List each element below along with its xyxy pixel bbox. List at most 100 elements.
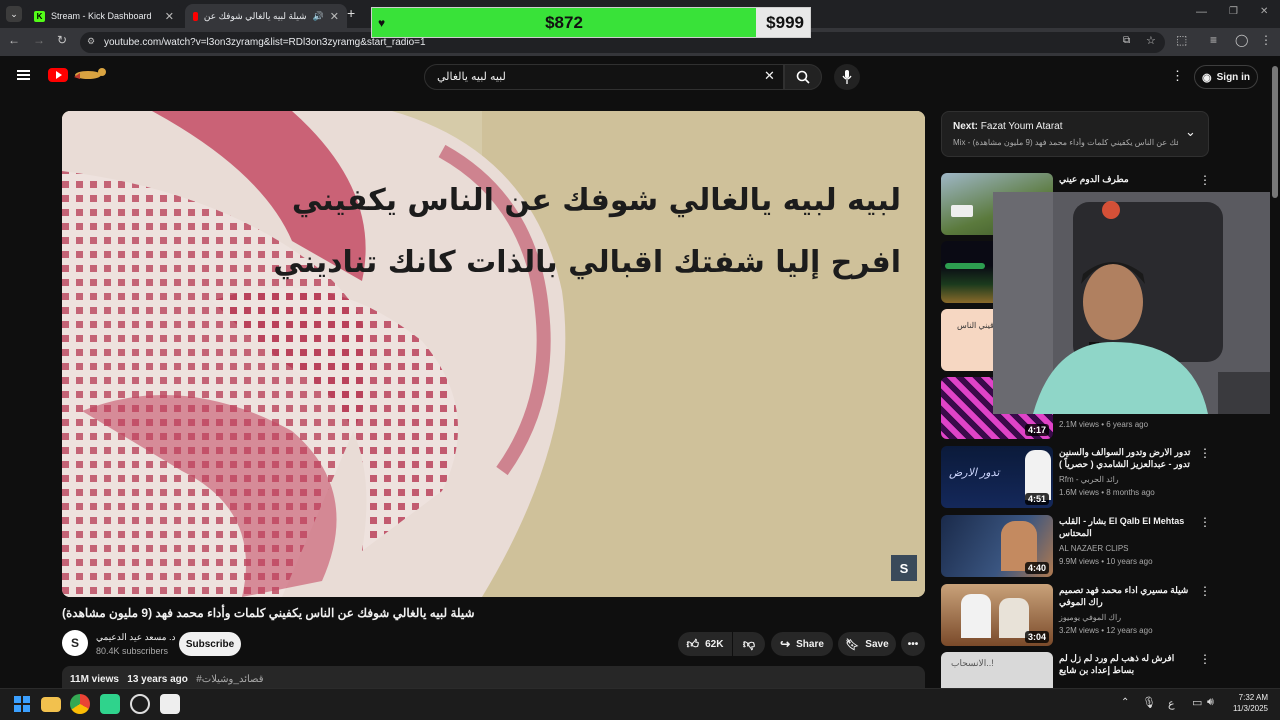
- video-thumbnail[interactable]: 4:40: [941, 515, 1053, 577]
- close-window-icon[interactable]: ✕: [1260, 6, 1268, 17]
- tab-kick-dashboard[interactable]: K Stream - Kick Dashboard ✕: [26, 4, 182, 28]
- upload-age: 13 years ago: [127, 674, 188, 685]
- input-language-indicator[interactable]: ع: [1168, 697, 1175, 710]
- hashtag[interactable]: #قصائد_وشيلات: [196, 674, 263, 685]
- recommendation-item[interactable]: 3:04 شيلة مسيري اداء محمد فهد تصميم راك …: [941, 584, 1211, 646]
- tray-overflow-icon[interactable]: ⌃: [1121, 697, 1129, 708]
- recommendation-item[interactable]: تدور الارض 4:51 تدور الارض وتدور السوالف…: [941, 446, 1211, 508]
- dislike-button[interactable]: 👎︎: [733, 632, 765, 656]
- forward-icon[interactable]: →: [33, 33, 45, 47]
- search-input[interactable]: لبيه لبيه يالغالي: [424, 64, 784, 90]
- like-button[interactable]: 👍︎ 62K: [678, 632, 732, 656]
- more-vertical-icon[interactable]: ⋮: [1199, 515, 1211, 529]
- share-button[interactable]: ↪ Share: [771, 632, 833, 656]
- lyric-line-2: افرح إليا شفتك اقبالي بالذات كانك تنادين…: [273, 245, 901, 280]
- thumbnail-text: الانسحاب..!: [951, 658, 994, 668]
- up-next-panel[interactable]: Next: Fazat Youm Atarat Mix - لبيه يالغا…: [941, 111, 1209, 157]
- new-tab-button[interactable]: +: [347, 5, 355, 21]
- recommendation-channel[interactable]: Rfm - رائد الحربي: [1059, 475, 1119, 484]
- recommendation-meta: 3.2M views • 12 years ago: [1059, 626, 1153, 635]
- channel-avatar[interactable]: S: [62, 630, 88, 656]
- system-clock[interactable]: 7:32 AM 11/3/2025: [1228, 692, 1268, 714]
- chrome-icon[interactable]: [70, 694, 90, 714]
- file-explorer-icon[interactable]: [41, 697, 61, 712]
- speaker-icon: 🔊: [312, 10, 324, 21]
- recommendation-meta: 9.9M views • 10 years ago: [1059, 557, 1153, 566]
- app-icon[interactable]: [160, 694, 180, 714]
- youtube-logo[interactable]: [48, 68, 68, 82]
- video-duration: 4:40: [1024, 562, 1049, 574]
- like-count: 62K: [705, 638, 724, 650]
- browser-menu-icon[interactable]: ⋮: [1260, 33, 1272, 47]
- site-info-icon[interactable]: ⚙: [87, 36, 95, 47]
- recommendation-title[interactable]: تدور الارض وتدور السوالف والسنين تدور - …: [1059, 446, 1191, 470]
- search-button[interactable]: [784, 64, 822, 90]
- recommendation-channel[interactable]: راك الموفي يوميوز: [1059, 613, 1121, 622]
- video-thumbnail[interactable]: 3:04: [941, 584, 1053, 646]
- reload-icon[interactable]: ↻: [57, 33, 67, 47]
- view-count: 11M views: [70, 674, 119, 685]
- channel-watermark[interactable]: S: [891, 555, 917, 581]
- doodle-logo[interactable]: [70, 67, 110, 81]
- account-icon: ◉: [1202, 71, 1212, 84]
- video-duration: 4:51: [1024, 493, 1049, 505]
- youtube-icon: [193, 11, 198, 21]
- settings-menu-icon[interactable]: ⋮: [1171, 68, 1184, 84]
- hamburger-menu-icon[interactable]: [17, 70, 30, 80]
- volume-icon[interactable]: 🔊︎: [1207, 696, 1214, 709]
- recommendation-title[interactable]: شيلة مسيري اداء محمد فهد تصميم راك الموف…: [1059, 584, 1191, 608]
- close-tab-icon[interactable]: ✕: [330, 10, 339, 23]
- scrollbar-thumb[interactable]: [1272, 66, 1278, 198]
- save-button[interactable]: 🔖︎ Save: [838, 632, 896, 656]
- next-subtitle: Mix - لبيه يالغالي شوفك عن الناس يكفيني …: [953, 138, 1178, 147]
- url-text: youtube.com/watch?v=l3on3zyramg&list=RDl…: [104, 37, 426, 48]
- recommendation-title[interactable]: مطرف الدوم عيني: [1059, 173, 1191, 185]
- video-duration: 3:04: [1024, 631, 1049, 643]
- video-thumbnail[interactable]: الانسحاب..!: [941, 652, 1053, 688]
- video-duration: 4:17: [1024, 424, 1049, 436]
- start-menu-icon[interactable]: [12, 694, 32, 714]
- more-vertical-icon[interactable]: ⋮: [1199, 173, 1211, 187]
- more-horizontal-icon: •••: [907, 638, 919, 650]
- video-title: شيلة لبيه يالغالي شوفك عن الناس يكفيني ك…: [62, 606, 475, 620]
- microphone-tray-icon[interactable]: 🎙︎: [1142, 696, 1156, 709]
- share-label: Share: [796, 638, 824, 650]
- cast-icon[interactable]: ⧉: [1123, 35, 1130, 46]
- close-tab-icon[interactable]: ✕: [165, 10, 174, 23]
- network-icon[interactable]: ▭: [1192, 696, 1202, 709]
- subscriber-count: 80.4K subscribers: [96, 646, 169, 656]
- more-vertical-icon[interactable]: ⋮: [1199, 652, 1209, 666]
- more-vertical-icon[interactable]: ⋮: [1199, 446, 1211, 460]
- recommendation-channel[interactable]: AL NAZAER CLIPS: [1059, 544, 1129, 553]
- windows-taskbar: [0, 688, 1280, 720]
- maximize-icon[interactable]: ❐: [1229, 6, 1238, 17]
- sign-in-button[interactable]: ◉ Sign in: [1194, 65, 1258, 89]
- video-thumbnail[interactable]: تدور الارض 4:51: [941, 446, 1053, 508]
- tab-search-button[interactable]: ⌄: [6, 6, 22, 22]
- extensions-icon[interactable]: ⬚: [1176, 33, 1187, 47]
- clear-search-icon[interactable]: ✕: [764, 68, 775, 84]
- more-actions-button[interactable]: •••: [901, 632, 925, 656]
- channel-name[interactable]: د. مسعد عيد الدعيمي: [96, 632, 176, 643]
- subscribe-button[interactable]: Subscribe: [179, 632, 241, 656]
- video-player[interactable]: لبيه لبيه يالغالي شوفك عن الناس يكفيني ا…: [62, 111, 925, 597]
- kick-app-icon[interactable]: [100, 694, 120, 714]
- voice-search-button[interactable]: [834, 64, 860, 90]
- streamer-webcam-overlay: [993, 192, 1280, 414]
- thumbnail-text: تدور الارض: [949, 467, 1000, 479]
- media-controls-icon[interactable]: ≡: [1210, 33, 1217, 47]
- more-vertical-icon[interactable]: ⋮: [1199, 584, 1211, 598]
- back-icon[interactable]: ←: [8, 33, 20, 47]
- chevron-down-icon[interactable]: ⌄: [1185, 124, 1196, 140]
- profile-icon[interactable]: ◯: [1235, 33, 1248, 47]
- obs-icon[interactable]: [130, 694, 150, 714]
- recommendation-title[interactable]: افرش له ذهب لم ورد لم زل لم بساط إعداد ب…: [1059, 652, 1191, 676]
- save-label: Save: [865, 638, 889, 650]
- recommendation-title[interactable]: El Qalb El Mehtas بشار - القلب المحتاس: [1059, 515, 1191, 539]
- recommendation-item[interactable]: 4:40 El Qalb El Mehtas بشار - القلب المح…: [941, 515, 1211, 577]
- donation-current-amount: $872: [545, 13, 583, 32]
- tab-youtube[interactable]: شيلة لبيه يالغالي شوفك عن 🔊 ✕: [185, 4, 347, 28]
- recommendation-item[interactable]: الانسحاب..! افرش له ذهب لم ورد لم زل لم …: [941, 652, 1209, 688]
- bookmark-star-icon[interactable]: ☆: [1146, 34, 1156, 47]
- minimize-icon[interactable]: —: [1196, 6, 1207, 18]
